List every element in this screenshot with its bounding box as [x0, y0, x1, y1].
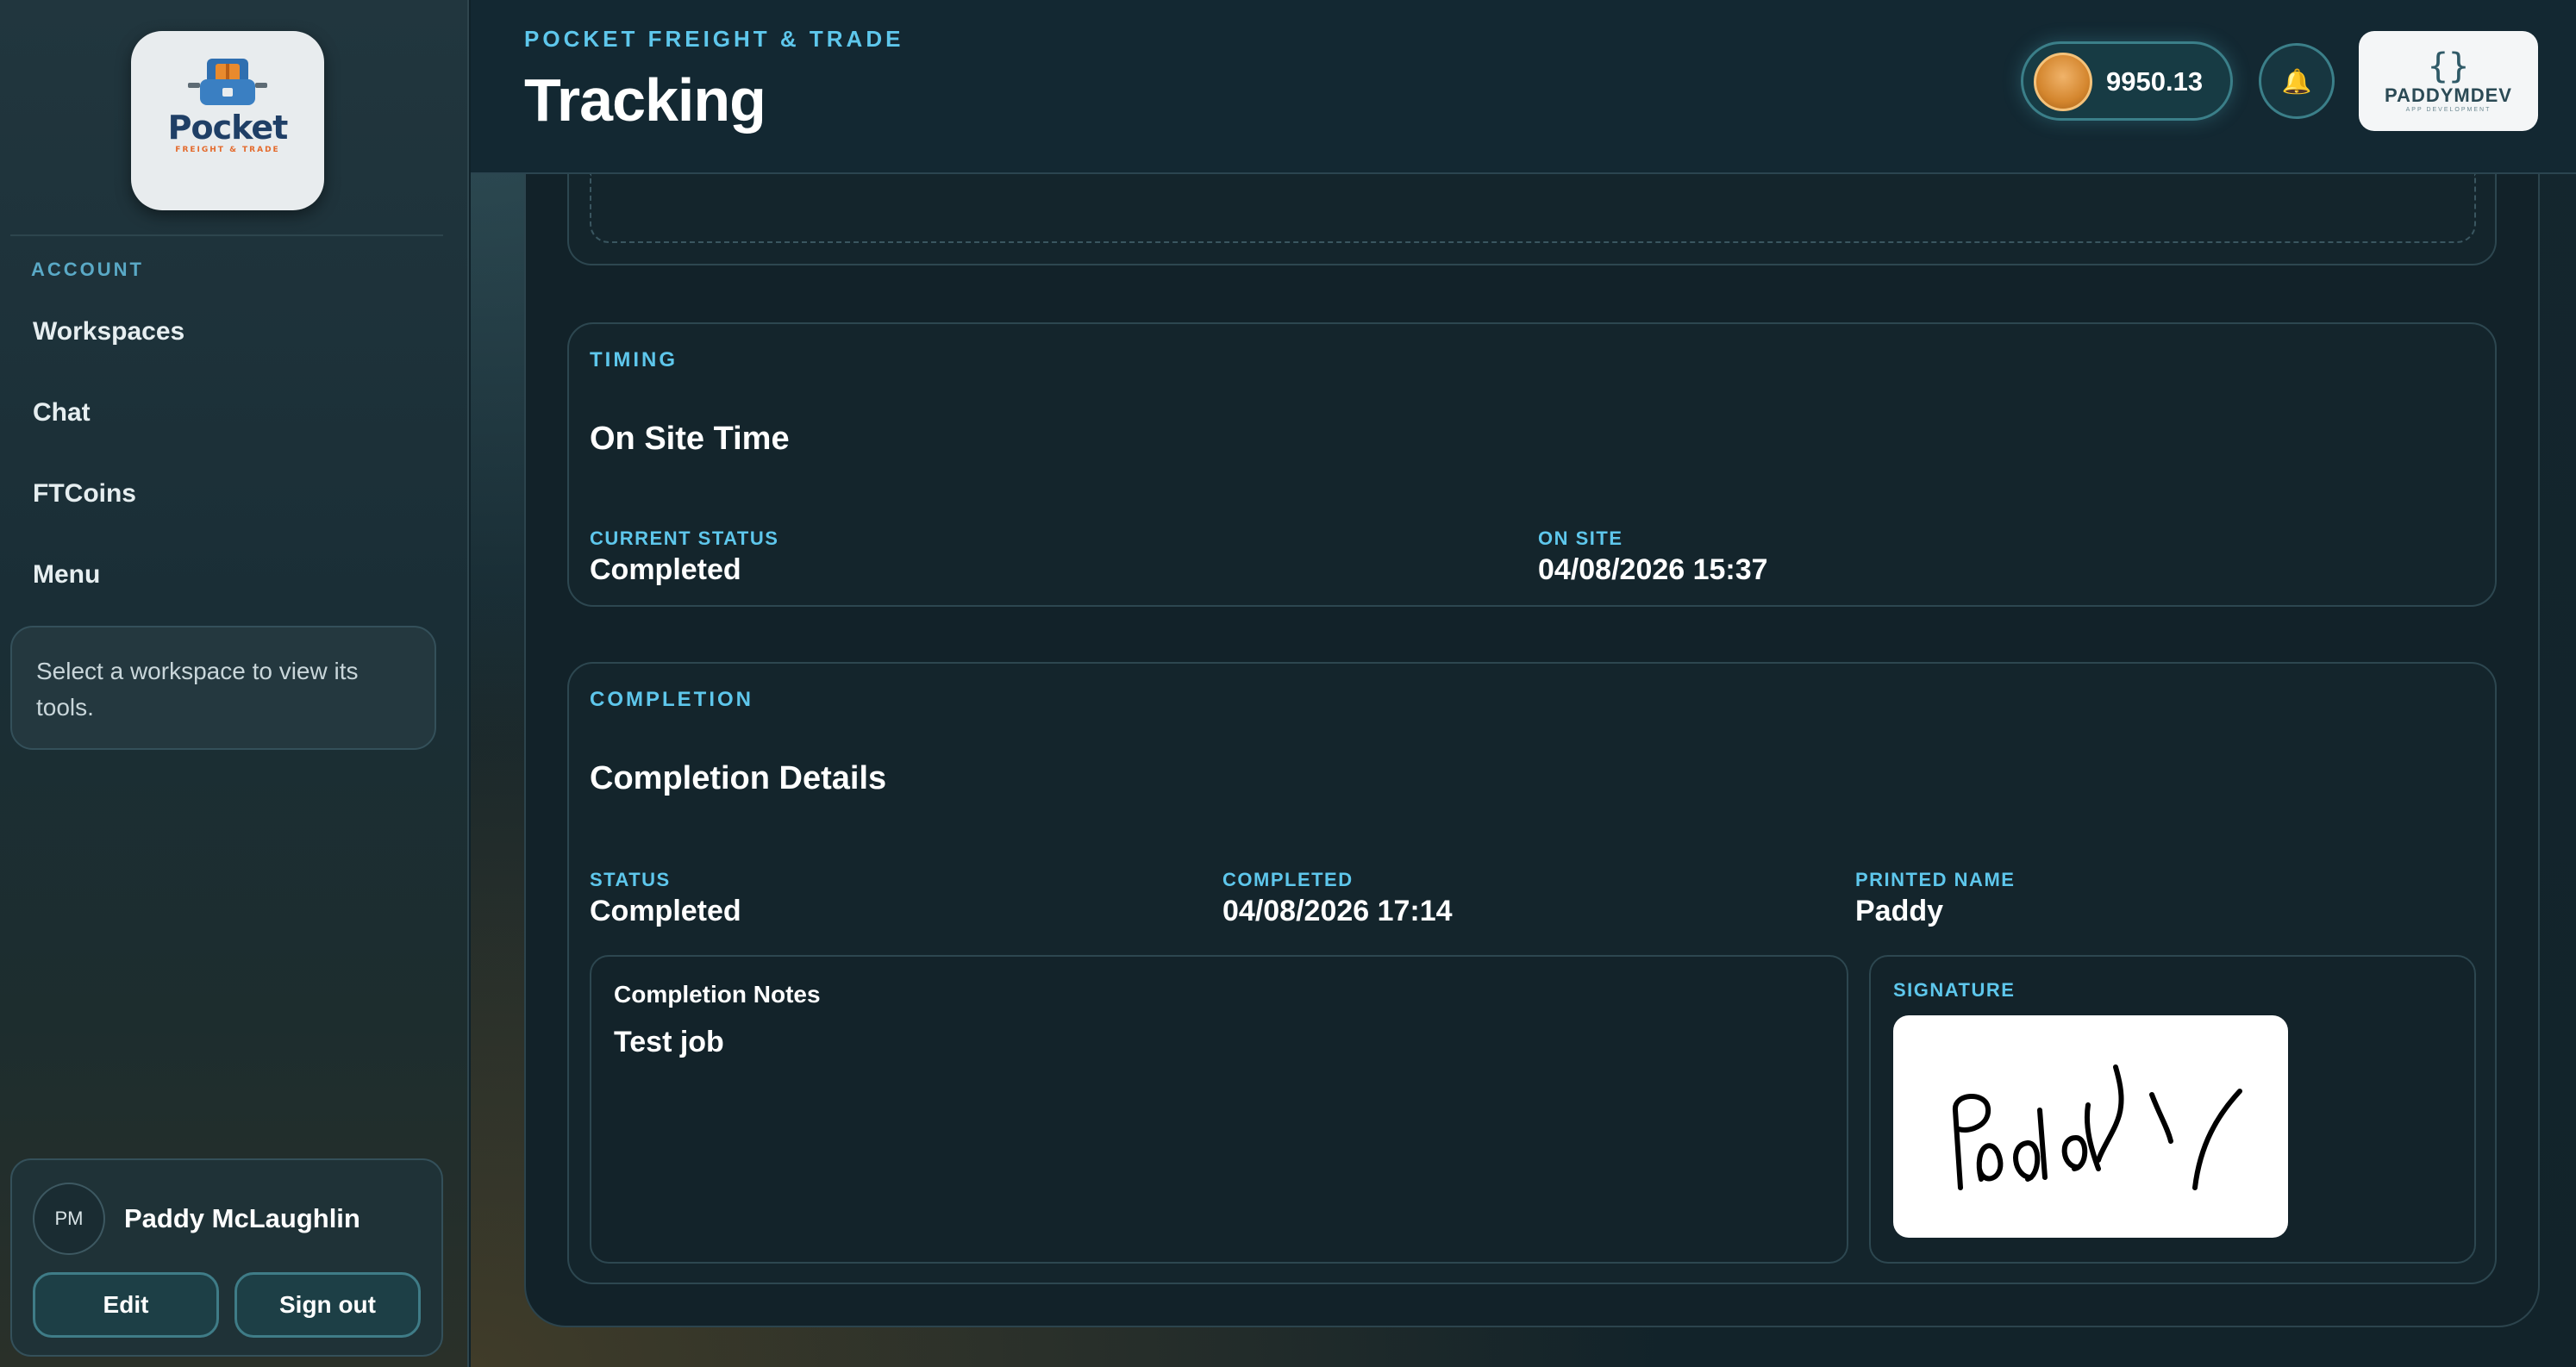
dashed-drop-area [590, 174, 2476, 243]
app-logo[interactable]: Pocket FREIGHT & TRADE [131, 31, 324, 210]
developer-name: PADDYMDEV [2385, 84, 2512, 106]
on-site-label: ON SITE [1538, 527, 1623, 549]
developer-logo[interactable]: {​} PADDYMDEV APP DEVELOPMENT [2359, 31, 2538, 131]
top-header: POCKET FREIGHT & TRADE Tracking 9950.13 … [471, 0, 2576, 174]
sidebar-item-chat[interactable]: Chat [33, 398, 91, 428]
completion-notes-box: Completion Notes Test job [590, 955, 1848, 1264]
completed-label: COMPLETED [1222, 869, 1354, 890]
completion-notes-body: Test job [614, 1026, 724, 1058]
current-status-value: Completed [590, 553, 741, 586]
sidebar-item-ftcoins[interactable]: FTCoins [33, 479, 136, 509]
coin-balance-pill[interactable]: 9950.13 [2021, 41, 2233, 121]
developer-subtitle: APP DEVELOPMENT [2405, 107, 2492, 113]
completion-label: COMPLETION [590, 688, 753, 711]
bell-icon: 🔔 [2281, 67, 2312, 95]
brand-label: POCKET FREIGHT & TRADE [524, 26, 904, 52]
printed-name-label: PRINTED NAME [1855, 869, 2016, 890]
previous-card-bottom [567, 174, 2497, 265]
page-title: Tracking [524, 66, 766, 134]
edit-button[interactable]: Edit [33, 1272, 219, 1338]
user-name: Paddy McLaughlin [124, 1203, 360, 1233]
current-status-label: CURRENT STATUS [590, 527, 779, 549]
sidebar-item-workspaces[interactable]: Workspaces [33, 317, 184, 346]
completion-card: COMPLETION Completion Details STATUS Com… [567, 662, 2497, 1284]
sidebar: Pocket FREIGHT & TRADE ACCOUNT Workspace… [0, 0, 469, 1367]
printed-name-value: Paddy [1855, 895, 1944, 927]
on-site-value: 04/08/2026 15:37 [1538, 553, 1768, 586]
sidebar-divider [10, 234, 443, 236]
coin-balance-value: 9950.13 [2106, 66, 2204, 97]
timing-label: TIMING [590, 348, 678, 371]
status-label: STATUS [590, 869, 671, 890]
completion-title: Completion Details [590, 760, 887, 796]
sign-out-button[interactable]: Sign out [234, 1272, 421, 1338]
coin-avatar-icon [2034, 53, 2092, 111]
handwritten-signature [1953, 1064, 2242, 1190]
status-value: Completed [590, 895, 741, 927]
notifications-button[interactable]: 🔔 [2259, 43, 2335, 119]
logo-tagline: FREIGHT & TRADE [175, 146, 280, 154]
sidebar-section-label: ACCOUNT [31, 259, 144, 280]
sidebar-item-menu[interactable]: Menu [33, 560, 100, 590]
timing-title: On Site Time [590, 421, 790, 457]
signature-label: SIGNATURE [1893, 979, 2016, 1001]
timing-card: TIMING On Site Time CURRENT STATUS Compl… [567, 322, 2497, 607]
pocket-logo-icon [188, 59, 267, 105]
workspace-hint: Select a workspace to view its tools. [10, 626, 436, 750]
avatar: PM [33, 1183, 105, 1255]
completed-value: 04/08/2026 17:14 [1222, 895, 1453, 927]
completion-notes-title: Completion Notes [614, 981, 821, 1008]
brace-logo-icon: {​} [2427, 47, 2470, 86]
logo-wordmark: Pocket [167, 109, 289, 147]
signature-image [1893, 1015, 2288, 1238]
user-card: PM Paddy McLaughlin Edit Sign out [10, 1158, 443, 1357]
signature-box: SIGNATURE [1869, 955, 2476, 1264]
